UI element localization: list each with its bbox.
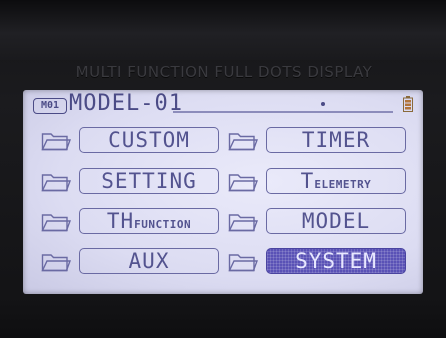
folder-icon bbox=[41, 133, 71, 151]
th-function-button[interactable]: THFUNCTION bbox=[79, 208, 219, 234]
menu-item-custom[interactable]: CUSTOM bbox=[41, 127, 227, 153]
aux-button[interactable]: AUX bbox=[79, 248, 219, 274]
folder-icon bbox=[228, 133, 258, 151]
bezel-caption: MULTI FUNCTION FULL DOTS DISPLAY bbox=[75, 63, 373, 81]
menu-item-aux[interactable]: AUX bbox=[41, 248, 227, 274]
header-divider bbox=[173, 111, 393, 113]
timer-button[interactable]: TIMER bbox=[266, 127, 406, 153]
folder-icon bbox=[41, 174, 71, 192]
menu-item-telemetry[interactable]: TELEMETRY bbox=[228, 168, 418, 194]
menu-item-timer[interactable]: TIMER bbox=[228, 127, 418, 153]
setting-label: SETTING bbox=[101, 169, 197, 193]
bezel-bottom bbox=[0, 296, 446, 338]
telemetry-sublabel: ELEMETRY bbox=[314, 178, 372, 191]
dot-indicator-icon bbox=[321, 102, 325, 106]
system-label: SYSTEM bbox=[295, 249, 377, 273]
menu-item-model[interactable]: MODEL bbox=[228, 208, 418, 234]
bezel-top bbox=[0, 0, 446, 60]
model-number-badge: M01 bbox=[33, 98, 67, 114]
battery-icon bbox=[403, 96, 413, 112]
lcd-screen: M01 MODEL-01 CUSTOM TIMER SETTING TELEME… bbox=[23, 90, 423, 294]
folder-icon bbox=[41, 214, 71, 232]
th-function-sublabel: FUNCTION bbox=[134, 218, 192, 231]
folder-icon bbox=[228, 254, 258, 272]
model-button[interactable]: MODEL bbox=[266, 208, 406, 234]
device-body: MULTI FUNCTION FULL DOTS DISPLAY M01 MOD… bbox=[0, 0, 446, 338]
setting-button[interactable]: SETTING bbox=[79, 168, 219, 194]
folder-icon bbox=[228, 214, 258, 232]
custom-label: CUSTOM bbox=[108, 128, 190, 152]
telemetry-button[interactable]: TELEMETRY bbox=[266, 168, 406, 194]
menu-item-system[interactable]: SYSTEM bbox=[228, 248, 418, 274]
aux-label: AUX bbox=[128, 249, 170, 273]
telemetry-label: T bbox=[300, 169, 315, 193]
menu-item-setting[interactable]: SETTING bbox=[41, 168, 227, 194]
folder-icon bbox=[41, 254, 71, 272]
th-function-label: TH bbox=[106, 209, 135, 233]
model-name[interactable]: MODEL-01 bbox=[69, 91, 183, 117]
timer-label: TIMER bbox=[301, 128, 371, 152]
folder-icon bbox=[228, 174, 258, 192]
custom-button[interactable]: CUSTOM bbox=[79, 127, 219, 153]
menu-item-th-function[interactable]: THFUNCTION bbox=[41, 208, 227, 234]
screen-header: M01 MODEL-01 bbox=[23, 90, 423, 118]
system-button[interactable]: SYSTEM bbox=[266, 248, 406, 274]
model-label: MODEL bbox=[301, 209, 371, 233]
